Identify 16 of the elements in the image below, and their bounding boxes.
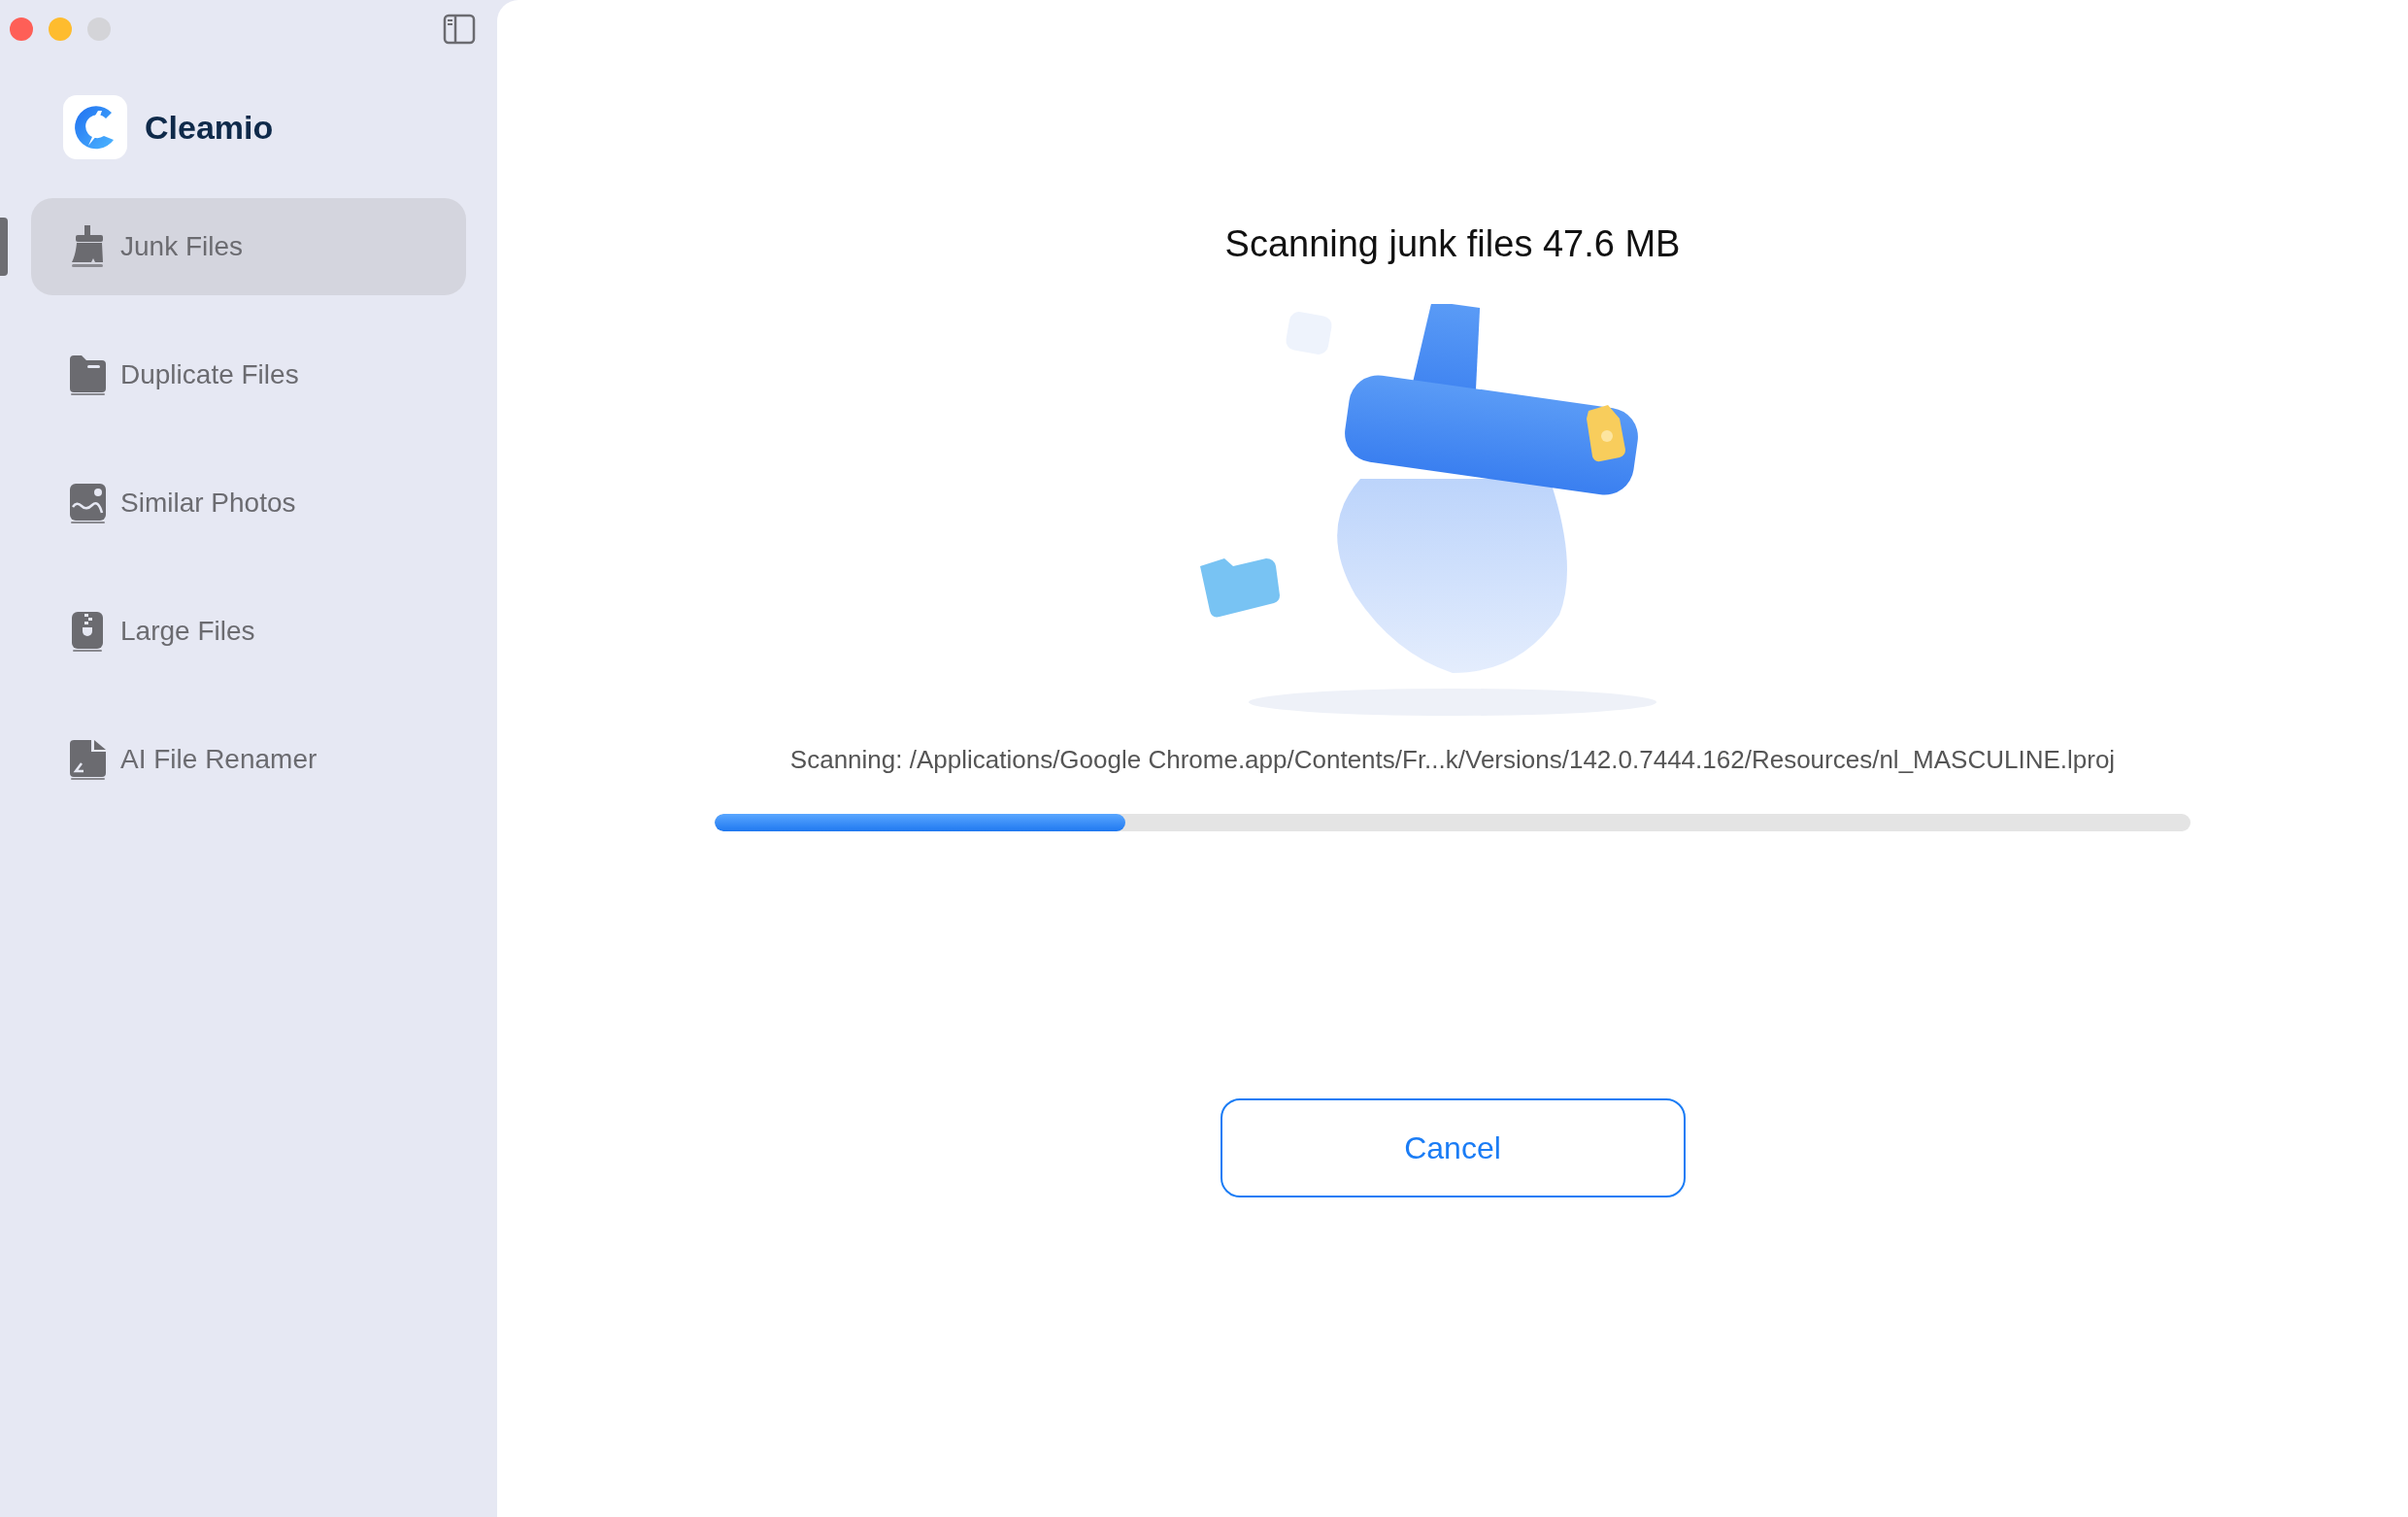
- close-button[interactable]: [10, 17, 33, 41]
- sidebar-item[interactable]: Junk Files: [31, 198, 466, 295]
- scan-path-text: Scanning: /Applications/Google Chrome.app/Contents/Fr...k/Versions/142.0.7444.162/Resources/nl_MASCULINE.lproj: [789, 745, 2116, 775]
- scan-title: Scanning junk files 47.6 MB: [1224, 223, 1681, 265]
- folder-icon: [68, 354, 107, 396]
- sidebar-item[interactable]: Duplicate Files: [31, 326, 466, 423]
- sidebar-toggle-icon[interactable]: [443, 14, 476, 45]
- sidebar-item[interactable]: Large Files: [31, 583, 466, 680]
- photo-icon: [68, 482, 107, 524]
- file-edit-icon: [68, 738, 107, 781]
- minimize-button[interactable]: [49, 17, 72, 41]
- sidebar-item[interactable]: AI File Renamer: [31, 711, 466, 808]
- app-name: Cleamio: [145, 108, 274, 147]
- cancel-button[interactable]: Cancel: [1220, 1098, 1686, 1197]
- app-logo: [63, 95, 127, 159]
- sidebar-item[interactable]: Similar Photos: [31, 455, 466, 552]
